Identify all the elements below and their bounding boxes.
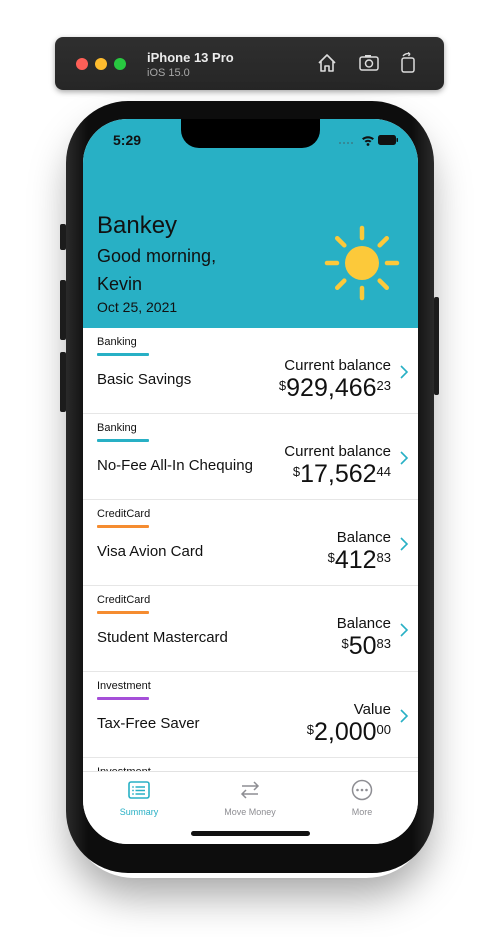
home-icon[interactable]: [316, 52, 338, 74]
chevron-right-icon[interactable]: [398, 536, 410, 552]
tab-summary-label: Summary: [119, 807, 159, 817]
account-type: CreditCard: [97, 508, 151, 520]
balance-amount: $41283: [328, 547, 391, 577]
list-icon: [128, 781, 150, 799]
arrows-left-right-icon: [240, 781, 260, 799]
account-type-underline: [97, 353, 149, 356]
status-icons: [338, 133, 398, 147]
balance-dollars: 412: [334, 546, 377, 574]
balance-dollars: 2,000: [313, 718, 377, 746]
account-type: Banking: [97, 422, 137, 434]
signal-icon: [339, 142, 353, 144]
balance-dollars: 50: [348, 632, 377, 660]
account-type: Investment: [97, 680, 151, 692]
account-type: CreditCard: [97, 594, 151, 606]
balance-cents: 00: [376, 722, 391, 737]
account-type-underline: [97, 697, 149, 700]
account-row[interactable]: Banking No-Fee All-In Chequing Current bal…: [83, 414, 418, 500]
device-name: iPhone 13 Pro: [147, 50, 234, 65]
balance-amount: $17,56244: [293, 461, 391, 491]
balance-cents: 83: [376, 636, 391, 651]
balance-cents: 83: [376, 550, 391, 565]
os-version: iOS 15.0: [147, 67, 190, 79]
screenshot-icon[interactable]: [358, 52, 380, 74]
notch: [181, 119, 320, 148]
balance-cents: 23: [376, 378, 391, 393]
account-type-underline: [97, 611, 149, 614]
balance-label: Current balance: [284, 357, 391, 374]
account-name: Basic Savings: [97, 371, 192, 388]
account-row[interactable]: CreditCard Student Mastercard Balance $5083: [83, 586, 418, 672]
account-row[interactable]: Banking Basic Savings Current balance $929,…: [83, 328, 418, 414]
user-name: Kevin: [97, 274, 143, 294]
tab-more-label: More: [351, 807, 373, 817]
account-type: Banking: [97, 336, 137, 348]
greeting-text: Good morning,: [97, 246, 217, 266]
tab-summary[interactable]: Summary: [83, 778, 195, 817]
sun-ray: [377, 236, 389, 248]
account-row[interactable]: CreditCard Visa Avion Card Balance $41283: [83, 500, 418, 586]
close-window-button[interactable]: [76, 58, 88, 70]
balance-cents: 44: [376, 464, 391, 479]
currency-symbol: $: [327, 550, 335, 565]
wifi-icon: [362, 136, 374, 146]
balance-dollars: 929,466: [286, 374, 377, 402]
app-title: Bankey: [97, 212, 178, 239]
currency-symbol: $: [341, 636, 349, 651]
battery-icon: [378, 135, 398, 145]
sun-ray: [335, 278, 347, 290]
balance-label: Current balance: [284, 443, 391, 460]
balance-label: Balance: [336, 529, 391, 546]
home-indicator[interactable]: [191, 831, 310, 836]
sun-icon: [322, 223, 402, 303]
tab-move-money-label: Move Money: [224, 807, 276, 817]
account-type-underline: [97, 525, 149, 528]
currency-symbol: $: [278, 378, 287, 393]
status-time: 5:29: [113, 132, 142, 148]
zoom-window-button[interactable]: [114, 58, 126, 70]
account-type-underline: [97, 439, 149, 442]
power-button: [434, 297, 439, 395]
minimize-window-button[interactable]: [95, 58, 107, 70]
balance-dollars: 17,562: [300, 460, 377, 488]
ellipsis-circle-icon: [351, 779, 373, 801]
balance-amount: $929,46623: [279, 375, 391, 405]
account-name: Student Mastercard: [97, 629, 228, 646]
account-name: No-Fee All-In Chequing: [97, 457, 253, 474]
chevron-right-icon[interactable]: [398, 708, 410, 724]
balance-label: Value: [353, 701, 391, 718]
sun-disc: [345, 246, 379, 280]
phone-screen: 5:29 Bankey Good morning, Kevin Oct 25, …: [83, 119, 418, 844]
balance-amount: $5083: [341, 633, 391, 663]
summary-header: 5:29 Bankey Good morning, Kevin Oct 25, …: [83, 119, 418, 328]
chevron-right-icon[interactable]: [398, 364, 410, 380]
sun-ray: [335, 236, 347, 248]
account-row[interactable]: Investment Tax-Free Saver Value $2,00000: [83, 672, 418, 758]
account-name: Visa Avion Card: [97, 543, 204, 560]
account-name: Tax-Free Saver: [97, 715, 200, 732]
simulator-title-bar: iPhone 13 Pro iOS 15.0: [55, 37, 444, 90]
currency-symbol: $: [292, 464, 301, 479]
tab-move-money[interactable]: Move Money: [194, 778, 306, 817]
sun-ray: [377, 278, 389, 290]
account-row: Investment: [83, 758, 418, 771]
current-date: Oct 25, 2021: [97, 299, 178, 315]
account-list[interactable]: Banking Basic Savings Current balance $929,…: [83, 328, 418, 771]
chevron-right-icon[interactable]: [398, 622, 410, 638]
chevron-right-icon[interactable]: [398, 450, 410, 466]
balance-label: Balance: [336, 615, 391, 632]
tab-more[interactable]: More: [306, 778, 418, 817]
rotate-icon[interactable]: [397, 51, 419, 74]
currency-symbol: $: [306, 722, 314, 737]
balance-amount: $2,00000: [307, 719, 391, 749]
